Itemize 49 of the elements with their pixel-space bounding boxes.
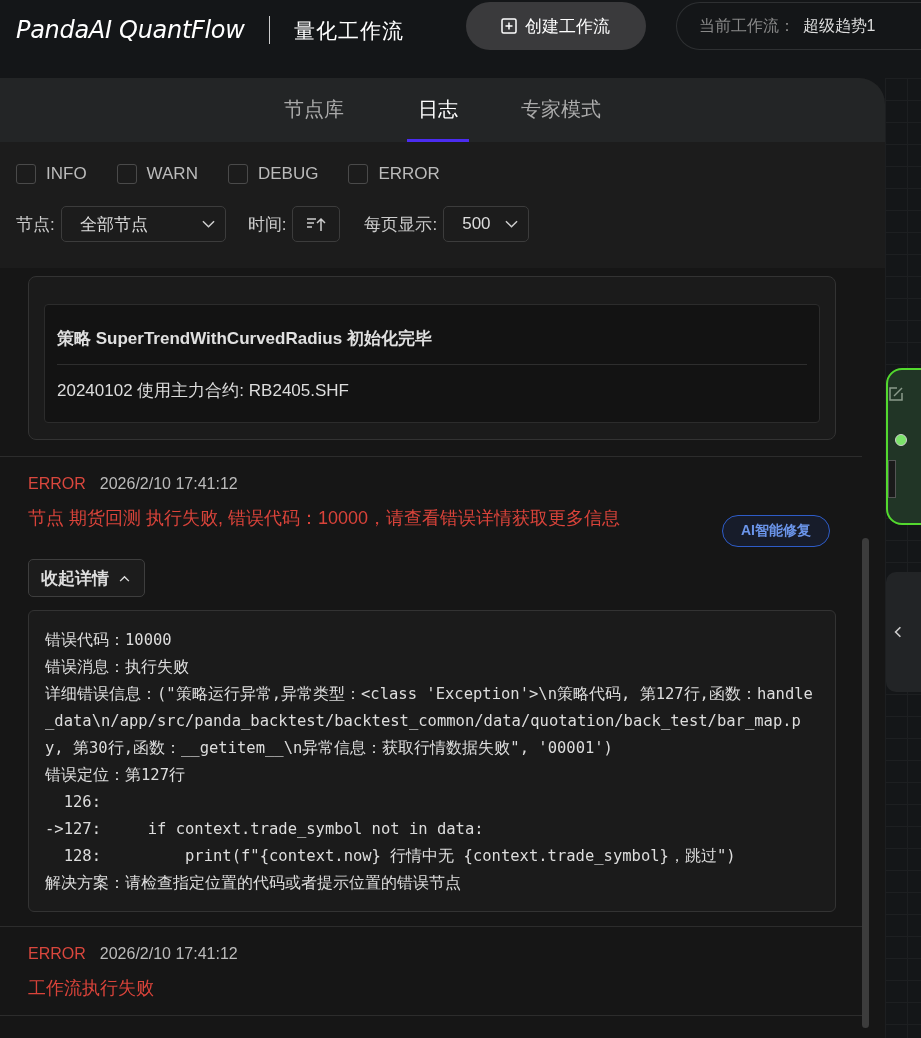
tab[interactable]: 专家模式 (498, 78, 624, 142)
code-line: 解决方案：请检查指定位置的代码或者提示位置的错误节点 (45, 873, 462, 894)
edit-icon[interactable] (888, 386, 904, 402)
current-workflow-label: 当前工作流： (698, 15, 795, 36)
error-message: 节点 期货回测 执行失败, 错误代码：10000，请查看错误详情获取更多信息 (28, 507, 622, 530)
node-filter-label: 节点: (16, 213, 55, 236)
code-line: 错误定位：第127行 (45, 765, 186, 786)
ai-fix-button[interactable]: AI智能修复 (722, 515, 830, 547)
current-workflow-name: 超级趋势1 (802, 15, 876, 36)
caret-down-icon (505, 220, 519, 228)
log-time: 2026/2/10 17:41:12 (99, 475, 238, 493)
sort-button[interactable] (292, 206, 341, 242)
toggle-details-button[interactable]: 收起详情 (28, 559, 145, 597)
time-label: 时间: (247, 213, 287, 236)
log-message: 策略 SuperTrendWithCurvedRadius 初始化完毕 (57, 313, 807, 365)
checkbox[interactable] (227, 164, 248, 184)
logo: PandaAI QuantFlow (16, 16, 245, 44)
error-message: 工作流执行失败 (28, 977, 155, 1000)
create-workflow-button[interactable]: 创建工作流 (465, 2, 646, 50)
code-line: 详细错误信息：("策略运行异常,异常类型：<class 'Exception'>\n策略代码, 第127行,函数：handle_data\n/app/src/panda_backtest/backtest_common/data/quotation/back_test/bar_map.py, 第30行,函数：__getitem__\n异常信息：获取行情数据失败", '00001') (45, 684, 814, 759)
checkbox-label: INFO (46, 164, 87, 184)
checkbox-label: DEBUG (257, 164, 319, 184)
node-select[interactable]: 全部节点 (60, 206, 226, 242)
log-level: ERROR (28, 945, 86, 963)
caret-down-icon (201, 220, 215, 228)
sort-ascending-icon (306, 216, 327, 232)
log-level: ERROR (28, 475, 86, 493)
checkbox-label: ERROR (378, 164, 440, 184)
log-time: 2026/2/10 17:41:12 (99, 945, 238, 963)
chevron-left-icon (894, 626, 902, 638)
checkbox[interactable] (348, 164, 369, 184)
code-line: 错误消息：执行失败 (45, 657, 190, 678)
scrollbar-thumb[interactable] (862, 538, 869, 1028)
code-line: 126: (62, 792, 102, 813)
node-body (888, 460, 896, 498)
page-size-label: 每页显示: (364, 213, 438, 236)
chevron-up-icon (119, 574, 130, 582)
code-line: ->127: if context.trade_symbol not in data: (45, 819, 485, 840)
checkbox[interactable] (16, 164, 36, 184)
code-line: 错误代码：10000 (45, 630, 173, 651)
log-message: 20240102 使用主力合约: RB2405.SHF (57, 380, 350, 402)
port-dot[interactable] (895, 434, 907, 446)
code-line: 128: print(f"{context.now} 行情中无 {context.trade_symbol}，跳过") (62, 846, 737, 867)
app-subtitle: 量化工作流 (293, 18, 404, 44)
tab[interactable]: 节点库 (251, 78, 377, 142)
checkbox[interactable] (116, 164, 137, 184)
checkbox-label: WARN (146, 164, 198, 184)
page-size-select[interactable]: 500 (443, 206, 530, 242)
plus-square-icon (501, 18, 518, 34)
